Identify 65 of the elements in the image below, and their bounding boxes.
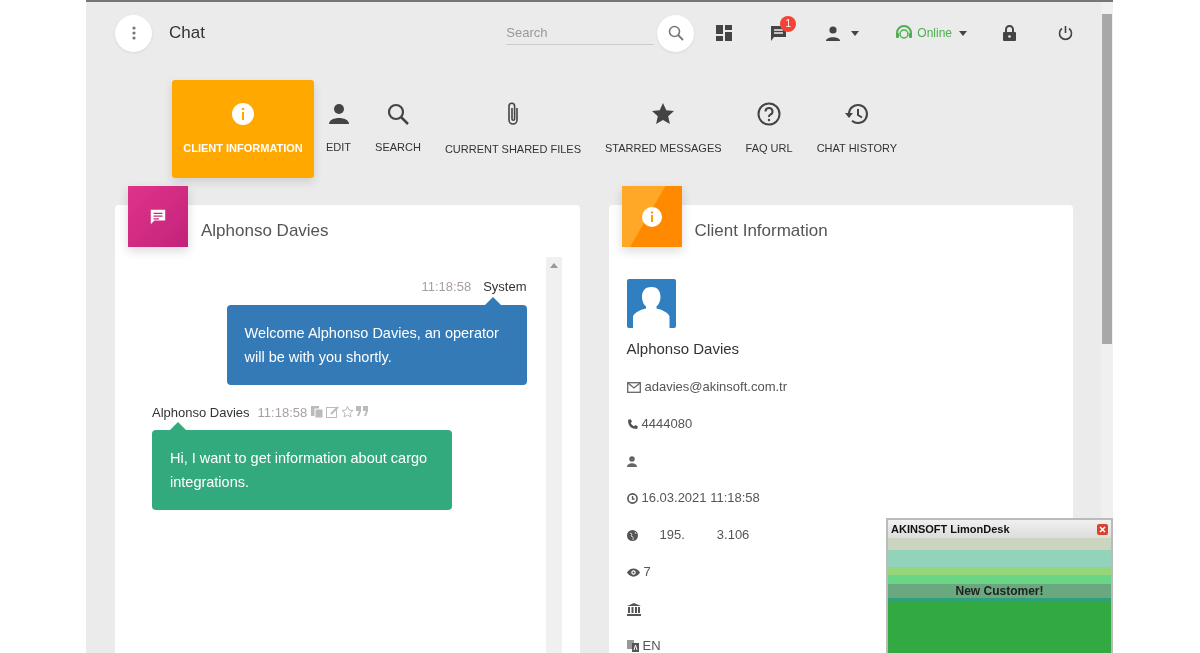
search-button[interactable] bbox=[657, 14, 695, 52]
ip-address-text: 195. bbox=[659, 526, 685, 545]
message-time: 11:18:58 bbox=[257, 403, 308, 422]
window-title: AKINSOFT LimonDesk bbox=[891, 521, 1010, 537]
clock-icon bbox=[626, 492, 638, 504]
sender-name: Alphonso Davies bbox=[152, 403, 250, 422]
avatar-icon bbox=[626, 279, 676, 328]
message-bubble: Welcome Alphonso Davies, an operator will be with you shortly. bbox=[226, 304, 527, 385]
bubble-pointer bbox=[170, 422, 186, 430]
notification-badge: 1 bbox=[780, 15, 797, 32]
search-icon bbox=[387, 102, 409, 125]
lock-button[interactable] bbox=[1003, 25, 1016, 41]
page-title: Chat bbox=[169, 22, 205, 45]
tab[interactable]: EDIT bbox=[314, 80, 364, 178]
dashboard-button[interactable] bbox=[716, 25, 733, 41]
envelope-icon bbox=[626, 381, 641, 393]
help-icon bbox=[757, 101, 782, 126]
ip-address-text: 3.106 bbox=[716, 526, 750, 545]
detail-text: 16.03.2021 11:18:58 bbox=[641, 489, 760, 508]
power-button[interactable] bbox=[1058, 25, 1073, 41]
menu-icon bbox=[131, 26, 136, 40]
tab[interactable]: CHAT HISTORY bbox=[804, 80, 910, 178]
quote-icon bbox=[356, 406, 369, 419]
headset-icon bbox=[895, 25, 914, 41]
user-icon bbox=[626, 455, 637, 467]
history-icon bbox=[843, 101, 870, 126]
user-icon bbox=[327, 102, 350, 125]
caret-icon bbox=[959, 30, 967, 36]
user-menu-button[interactable] bbox=[825, 25, 860, 41]
eye-icon bbox=[626, 567, 640, 577]
tab[interactable]: STARRED MESSAGES bbox=[593, 80, 734, 178]
detail-text: adavies@akinsoft.com.tr bbox=[644, 378, 788, 397]
dashboard-icon bbox=[716, 25, 733, 41]
edit-icon bbox=[326, 406, 340, 419]
user-icon bbox=[825, 25, 842, 41]
copy-icon bbox=[311, 406, 325, 419]
close-button[interactable] bbox=[1097, 523, 1108, 535]
message-time: 11:18:58 bbox=[421, 278, 472, 296]
tab[interactable]: SEARCH bbox=[363, 80, 433, 178]
message-bubble: Hi, I want to get information about cargo integrations. bbox=[152, 430, 452, 510]
notification-message: New Customer! bbox=[888, 584, 1111, 598]
panel-title: Alphonso Davies bbox=[201, 220, 329, 243]
detail-text: 4444080 bbox=[641, 415, 693, 434]
sender-name: System bbox=[483, 278, 527, 296]
power-icon bbox=[1058, 25, 1073, 41]
phone-icon bbox=[626, 418, 638, 430]
search-field[interactable]: Search bbox=[506, 20, 655, 46]
paperclip-icon bbox=[505, 100, 520, 127]
bank-icon bbox=[626, 602, 641, 616]
client-name: Alphonso Davies bbox=[626, 339, 741, 359]
search-icon bbox=[667, 25, 684, 41]
tab[interactable]: CURRENT SHARED FILES bbox=[432, 80, 593, 178]
star-icon bbox=[341, 406, 355, 419]
globe-icon bbox=[626, 529, 638, 541]
scrollbar[interactable] bbox=[545, 257, 562, 653]
caret-icon bbox=[851, 30, 860, 36]
info-icon bbox=[231, 101, 255, 126]
tab[interactable]: FAQ URL bbox=[733, 80, 805, 178]
panel-title: Client Information bbox=[694, 220, 828, 243]
bubble-pointer bbox=[484, 296, 501, 305]
detail-text: 7 bbox=[643, 563, 651, 582]
star-icon bbox=[651, 101, 676, 126]
scroll-up-icon[interactable] bbox=[549, 262, 558, 268]
lock-icon bbox=[1003, 25, 1016, 41]
detail-text: EN bbox=[642, 637, 661, 653]
